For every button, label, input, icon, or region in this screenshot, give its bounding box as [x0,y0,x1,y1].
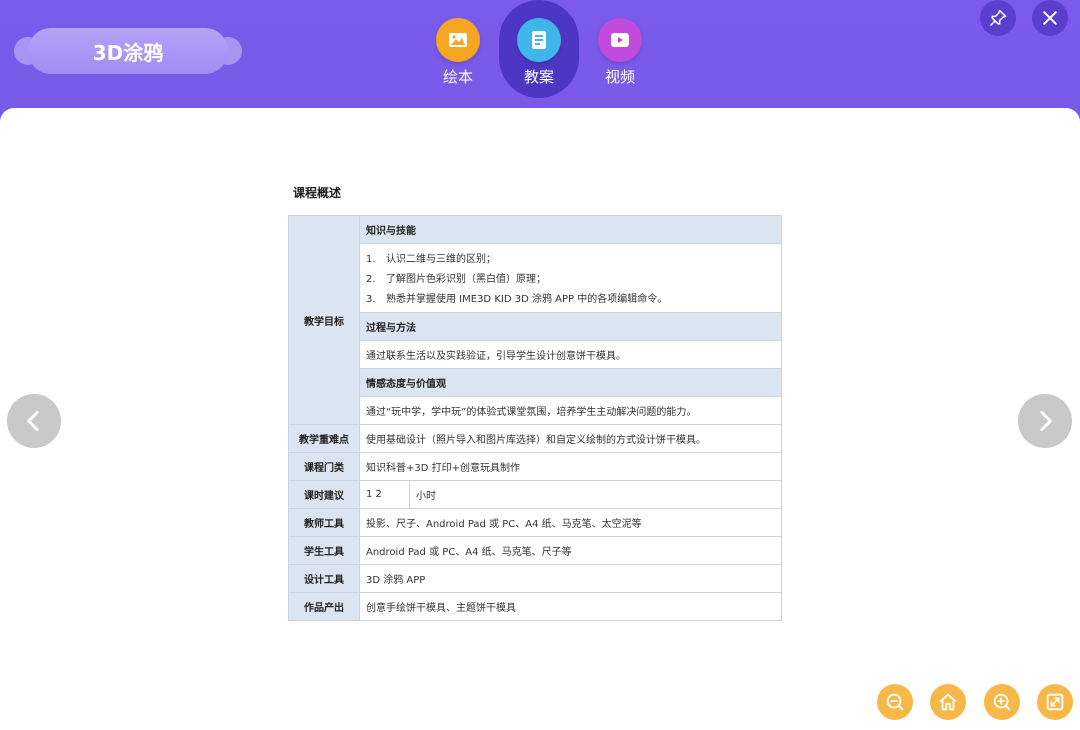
attitude-text: 通过“玩中学，学中玩”的体验式课堂氛围，培养学生主动解决问题的能力。 [359,396,782,425]
key-points-value: 使用基础设计（照片导入和图片库选择）和自定义绘制的方式设计饼干模具。 [359,424,782,453]
student-tools-label: 学生工具 [288,536,360,565]
list-item: 3. 熟悉并掌握使用 IME3D KID 3D 涂鸦 APP 中的各项编辑命令。 [366,294,668,305]
lesson-table: 教学目标 知识与技能 1. 认识二维与三维的区别； 2. 了解图片色彩识别（黑白值）… [288,215,782,621]
tab-picture-book[interactable]: 绘本 [418,0,498,98]
home-icon [939,693,957,711]
tab-label: 教案 [523,68,554,86]
zoom-in-icon [993,693,1011,711]
lesson-document: 课程概述 教学目标 知识与技能 1. 认识二维与三维的区别； 2. 了解图片色彩识别… [288,184,782,621]
zoom-out-button[interactable] [877,684,913,720]
tab-video[interactable]: 视频 [580,0,660,98]
tab-bar: 绘本 教案 视频 [418,0,660,100]
content-panel: 课程概述 教学目标 知识与技能 1. 认识二维与三维的区别； 2. 了解图片色彩识别… [0,108,1080,730]
hours-unit: 小时 [409,480,782,509]
category-value: 知识科普+3D 打印+创意玩具制作 [359,452,782,481]
next-page-button[interactable] [1018,394,1072,448]
app-title-badge: 3D涂鸦 [14,28,242,74]
knowledge-list: 1. 认识二维与三维的区别； 2. 了解图片色彩识别（黑白值）原理； 3. 熟悉并掌握… [359,243,782,313]
tab-label: 绘本 [442,68,473,86]
fullscreen-icon [1046,693,1064,711]
app-title: 3D涂鸦 [28,28,228,74]
previous-page-button[interactable] [7,394,61,448]
fullscreen-button[interactable] [1037,684,1073,720]
zoom-out-icon [886,693,904,711]
teacher-tools-label: 教师工具 [288,508,360,537]
picture-icon [436,18,480,62]
header-bar: 3D涂鸦 绘本 教案 视频 [0,0,1080,110]
design-tools-label: 设计工具 [288,564,360,593]
video-play-icon [598,18,642,62]
key-points-label: 教学重难点 [288,424,360,453]
attitude-title: 情感态度与价值观 [359,368,782,397]
list-item: 2. 了解图片色彩识别（黑白值）原理； [366,274,546,285]
process-title: 过程与方法 [359,312,782,341]
tab-lesson-plan[interactable]: 教案 [499,0,579,98]
list-item: 1. 认识二维与三维的区别； [366,254,496,265]
category-label: 课程门类 [288,452,360,481]
output-label: 作品产出 [288,592,360,621]
document-icon [517,18,561,62]
teacher-tools-value: 投影、尺子、Android Pad 或 PC、A4 纸、马克笔、太空泥等 [359,508,782,537]
home-button[interactable] [930,684,966,720]
zoom-in-button[interactable] [984,684,1020,720]
hours-value: 1 2 [359,480,410,509]
close-button[interactable] [1032,0,1068,36]
objectives-label: 教学目标 [288,215,360,425]
hours-label: 课时建议 [288,480,360,509]
knowledge-title: 知识与技能 [359,215,782,244]
tab-label: 视频 [604,68,635,86]
pin-icon [989,9,1007,27]
close-icon [1043,11,1057,25]
design-tools-value: 3D 涂鸦 APP [359,564,782,593]
chevron-left-icon [27,410,39,432]
document-heading: 课程概述 [293,186,342,200]
pin-button[interactable] [980,0,1016,36]
output-value: 创意手绘饼干模具、主题饼干模具 [359,592,782,621]
chevron-right-icon [1040,410,1052,432]
process-text: 通过联系生活以及实践验证，引导学生设计创意饼干模具。 [359,340,782,369]
student-tools-value: Android Pad 或 PC、A4 纸、马克笔、尺子等 [359,536,782,565]
